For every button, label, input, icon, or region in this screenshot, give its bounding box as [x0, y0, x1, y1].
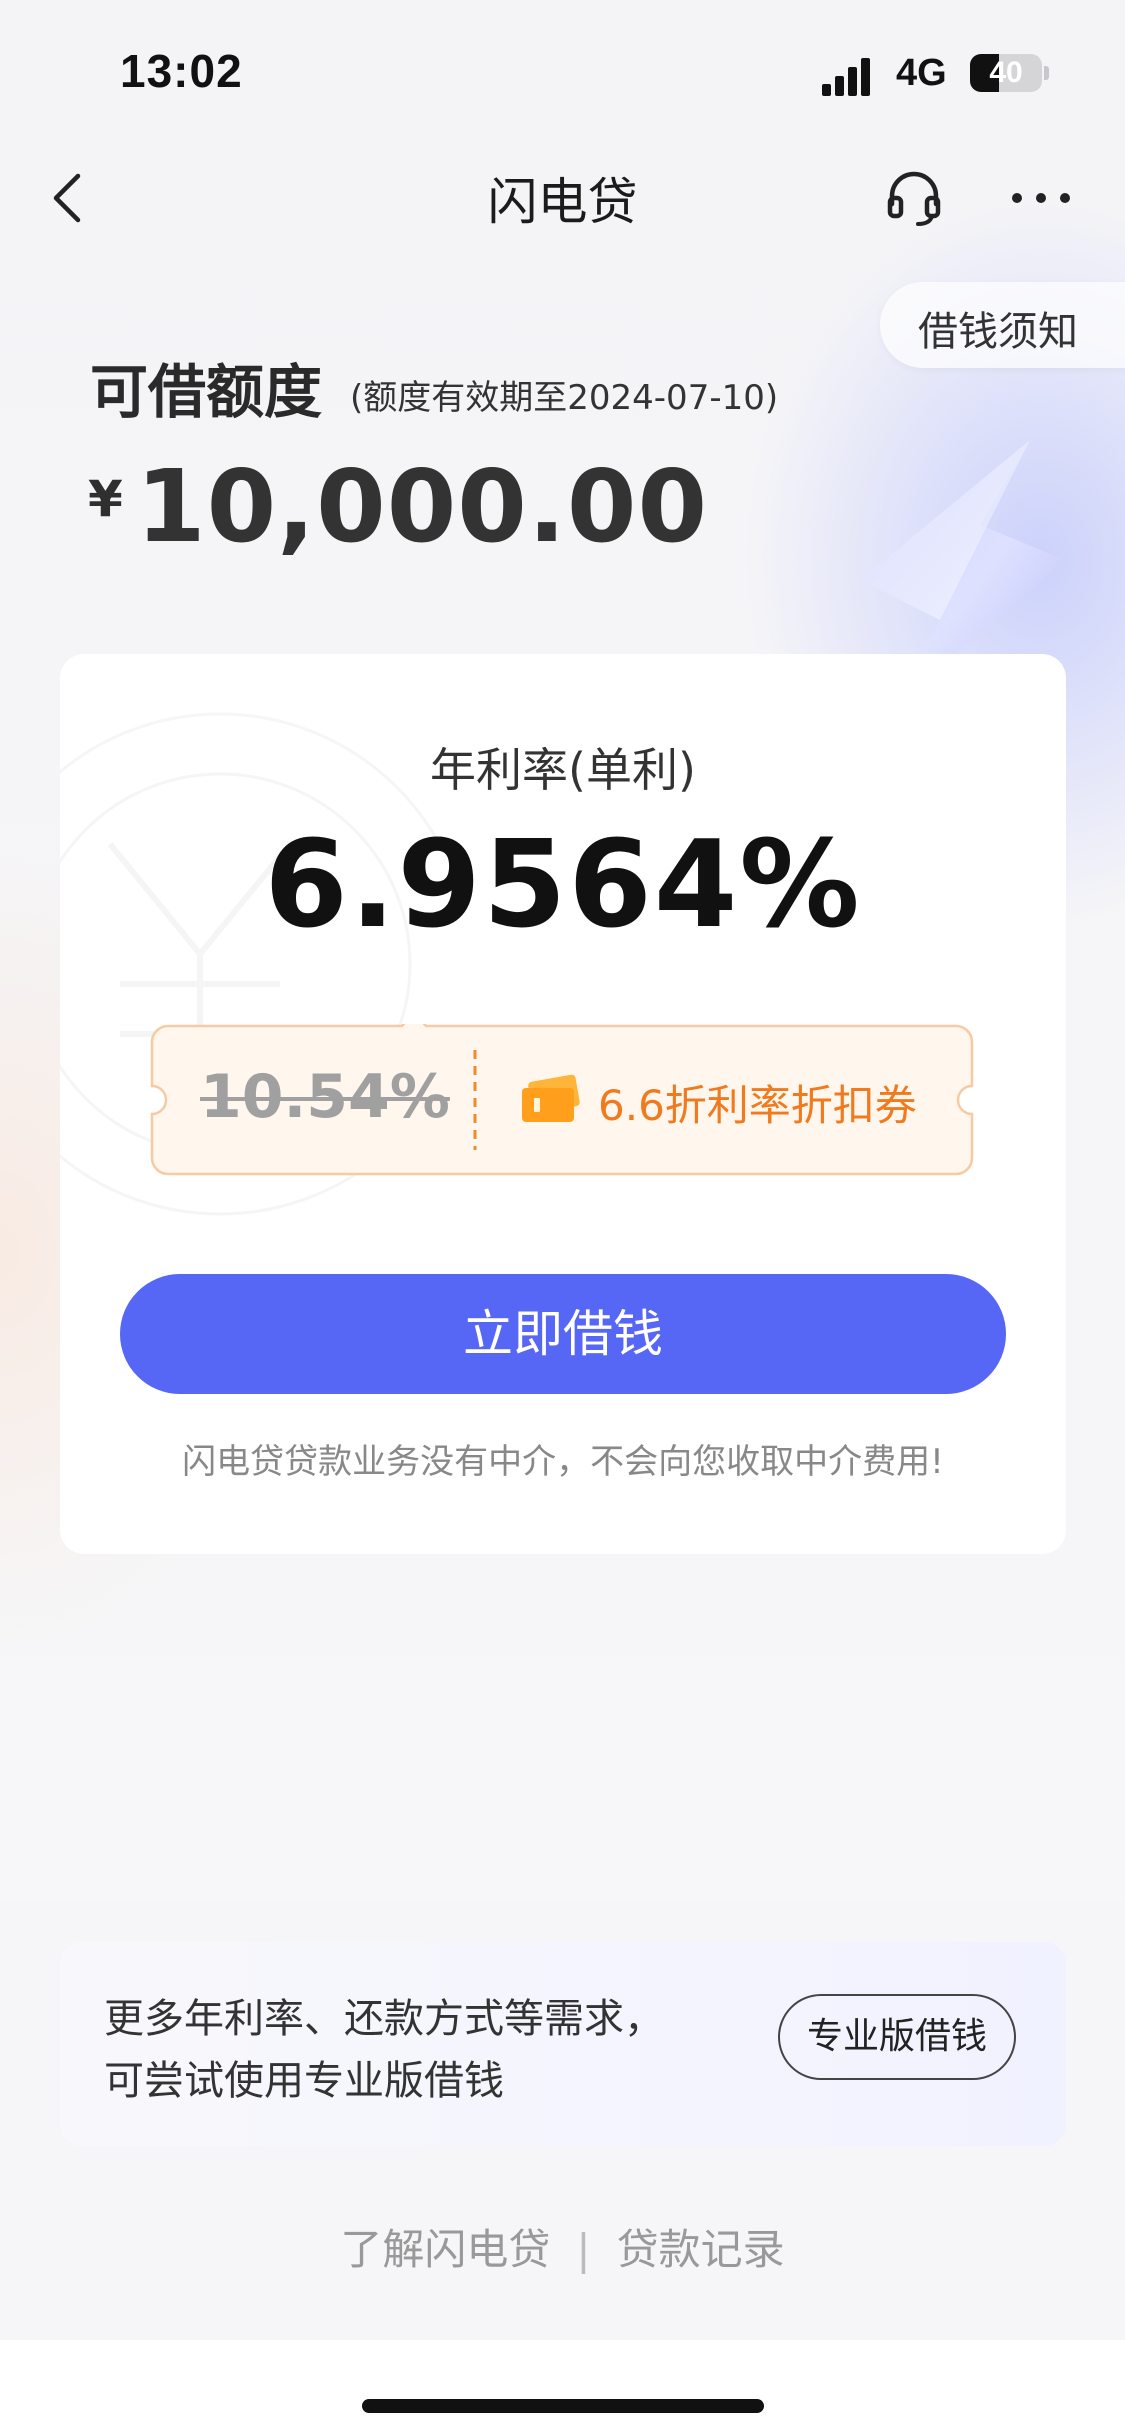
loan-records-link[interactable]: 贷款记录	[617, 2216, 785, 2277]
signal-icon	[822, 58, 870, 96]
discount-coupon[interactable]: 10.54% 6.6折利率折扣券	[150, 1024, 974, 1176]
home-indicator[interactable]	[362, 2399, 764, 2413]
coupon-text: 6.6折利率折扣券	[598, 1081, 917, 1130]
credit-amount: 10,000.00	[136, 448, 709, 565]
network-type: 4G	[896, 52, 947, 94]
battery-level-text: 40	[989, 56, 1023, 89]
about-link[interactable]: 了解闪电贷	[340, 2216, 550, 2277]
currency-symbol: ¥	[88, 470, 123, 528]
pro-version-button[interactable]: 专业版借钱	[778, 1994, 1016, 2080]
no-agent-disclaimer: 闪电贷贷款业务没有中介，不会向您收取中介费用!	[182, 1442, 944, 1482]
battery-icon: 40	[970, 54, 1050, 92]
loan-notice-label: 借钱须知	[918, 309, 1078, 355]
footer-links: 了解闪电贷 | 贷款记录	[0, 2216, 1125, 2277]
more-dots-icon[interactable]	[1010, 186, 1072, 210]
credit-expiry: (额度有效期至2024-07-10)	[350, 378, 779, 418]
pro-banner-line1: 更多年利率、还款方式等需求，	[104, 1996, 664, 2042]
pro-banner-line2: 可尝试使用专业版借钱	[104, 2058, 504, 2104]
credit-limit-label: 可借额度	[90, 358, 323, 426]
annual-rate-value: 6.9564%	[264, 816, 862, 955]
original-rate: 10.54%	[200, 1062, 450, 1132]
loan-card: 年利率(单利) 6.9564% 10.54% 6.6折利率折扣券 立即借钱 闪电…	[60, 654, 1066, 1554]
pro-version-banner: 更多年利率、还款方式等需求， 可尝试使用专业版借钱 专业版借钱	[60, 1942, 1066, 2146]
headset-icon[interactable]	[884, 168, 944, 228]
borrow-now-button[interactable]: 立即借钱	[120, 1274, 1006, 1394]
ticket-icon	[522, 1074, 580, 1122]
loan-notice-button[interactable]: 借钱须知	[880, 282, 1125, 368]
footer-separator: |	[576, 2225, 591, 2274]
bottom-safe-area	[0, 2340, 1125, 2435]
annual-rate-label: 年利率(单利)	[430, 743, 696, 797]
status-time: 13:02	[120, 45, 243, 97]
page-title: 闪电贷	[487, 173, 638, 231]
